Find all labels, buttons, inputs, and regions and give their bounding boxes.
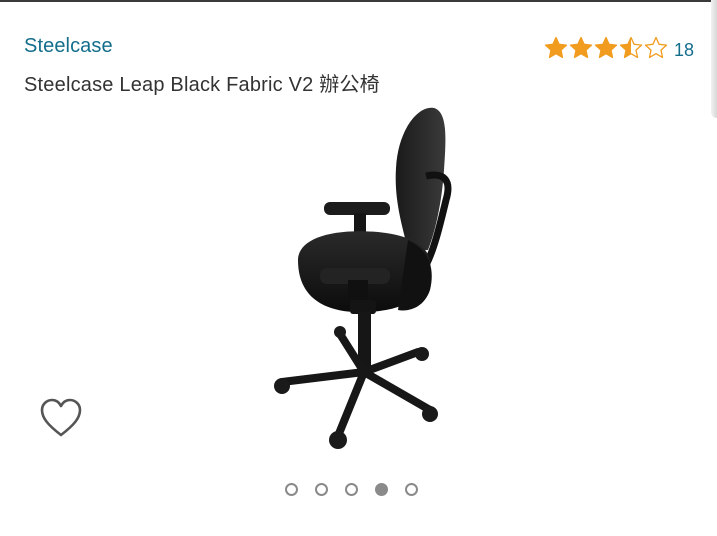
star-icon — [594, 36, 618, 60]
star-icon — [644, 36, 668, 60]
top-divider — [0, 0, 717, 2]
scroll-edge — [711, 0, 717, 118]
star-icon — [544, 36, 568, 60]
image-carousel-indicators — [285, 483, 418, 496]
heart-outline-icon — [40, 398, 82, 437]
star-icon — [569, 36, 593, 60]
carousel-dot[interactable] — [285, 483, 298, 496]
star-icon — [619, 36, 643, 60]
carousel-dot[interactable] — [375, 483, 388, 496]
review-count-link[interactable]: 18 — [674, 40, 694, 61]
carousel-dot[interactable] — [345, 483, 358, 496]
product-image[interactable] — [258, 100, 468, 460]
brand-link[interactable]: Steelcase — [24, 35, 113, 58]
wishlist-button[interactable] — [38, 396, 84, 440]
carousel-dot[interactable] — [315, 483, 328, 496]
carousel-dot[interactable] — [405, 483, 418, 496]
rating-stars[interactable] — [544, 36, 668, 60]
product-title[interactable]: Steelcase Leap Black Fabric V2 辦公椅 — [24, 68, 380, 97]
